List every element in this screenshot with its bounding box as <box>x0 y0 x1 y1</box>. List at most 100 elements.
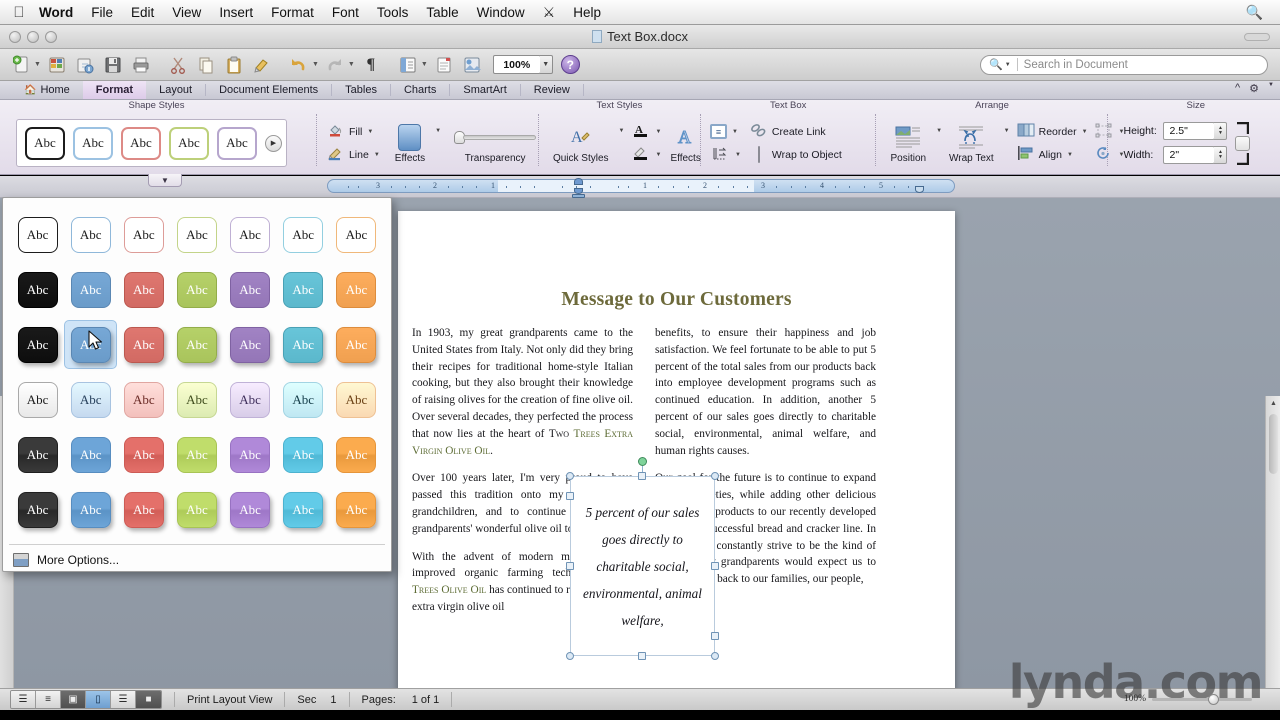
close-button[interactable] <box>9 30 21 43</box>
tab-review[interactable]: Review <box>521 81 583 99</box>
shape-style-cell-r5-c1[interactable]: Abc <box>11 430 64 479</box>
crop-reset-button[interactable] <box>1235 135 1251 151</box>
shape-style-swatch-1[interactable]: Abc <box>25 126 65 160</box>
reorder-button[interactable]: Reorder ▼ <box>1016 120 1088 143</box>
notebook-button[interactable] <box>431 52 457 78</box>
menu-file[interactable]: File <box>82 0 122 25</box>
selection-handle-top-left[interactable] <box>566 472 574 480</box>
shape-effects-caret-icon[interactable]: ▼ <box>435 128 441 134</box>
tab-smartart[interactable]: SmartArt <box>450 81 519 99</box>
shape-style-cell-r4-c4[interactable]: Abc <box>170 375 223 424</box>
shape-style-cell-r2-c2[interactable]: Abc <box>64 265 117 314</box>
focus-view-button[interactable]: ■ <box>136 691 161 708</box>
wrap-text-button[interactable]: Wrap Text <box>944 122 999 164</box>
fill-control[interactable]: Fill ▼ <box>326 120 380 143</box>
tab-document-elements[interactable]: Document Elements <box>206 81 331 99</box>
selection-handle-top-right[interactable] <box>711 472 719 480</box>
search-options-caret-icon[interactable]: ▼ <box>1005 62 1011 68</box>
vertical-scrollbar[interactable]: ▲ ▼ ▼ <box>1265 396 1280 720</box>
menu-edit[interactable]: Edit <box>122 0 163 25</box>
first-line-indent-marker[interactable] <box>574 178 583 185</box>
zoom-slider-control[interactable]: 100% <box>1124 693 1252 705</box>
menu-format[interactable]: Format <box>262 0 323 25</box>
shape-style-cell-r6-c1[interactable]: Abc <box>11 485 64 534</box>
vertical-scroll-thumb[interactable] <box>1269 414 1278 474</box>
shape-style-swatch-4[interactable]: Abc <box>169 126 209 160</box>
shape-style-cell-r1-c5[interactable]: Abc <box>224 210 277 259</box>
shape-style-swatch-5[interactable]: Abc <box>217 126 257 160</box>
transparency-track[interactable] <box>463 134 537 140</box>
shape-style-cell-r2-c7[interactable]: Abc <box>330 265 383 314</box>
selection-handle-bottom-left[interactable] <box>566 652 574 660</box>
undo-button[interactable] <box>286 52 312 78</box>
selection-handle-middle-right[interactable] <box>711 562 719 570</box>
width-input[interactable]: 2" <box>1163 146 1216 164</box>
selection-handle-top-center[interactable] <box>638 472 646 480</box>
shape-style-cell-r5-c2[interactable]: Abc <box>64 430 117 479</box>
shape-style-cell-r2-c4[interactable]: Abc <box>170 265 223 314</box>
ribbon-settings-caret-icon[interactable]: ▼ <box>1268 82 1274 95</box>
tab-home[interactable]: 🏠 Home <box>16 81 83 99</box>
menu-font[interactable]: Font <box>323 0 368 25</box>
position-button[interactable]: Position <box>885 122 931 164</box>
scroll-up-arrow-icon[interactable]: ▲ <box>1266 396 1280 410</box>
shape-style-cell-r6-c2[interactable]: Abc <box>64 485 117 534</box>
print-button[interactable] <box>128 52 154 78</box>
text-flow-control[interactable]: ▼ <box>710 143 741 166</box>
draft-view-button[interactable]: ☰ <box>11 691 36 708</box>
height-input[interactable]: 2.5" <box>1163 122 1216 140</box>
shape-styles-more-arrow-icon[interactable]: ▶ <box>265 134 282 152</box>
sidebar-caret-icon[interactable]: ▼ <box>421 61 428 68</box>
floating-text-box[interactable]: 5 percent of our sales goes directly to … <box>570 476 715 656</box>
menu-help[interactable]: Help <box>564 0 610 25</box>
align-button[interactable]: Align ▼ <box>1016 143 1088 166</box>
line-control[interactable]: Line ▼ <box>326 143 380 166</box>
quick-styles-button[interactable]: A Quick Styles <box>548 122 614 164</box>
shape-styles-gallery-expand-arrow[interactable]: ▼ <box>148 174 182 187</box>
zoom-slider-track[interactable] <box>1152 693 1252 705</box>
shape-style-cell-r1-c1[interactable]: Abc <box>11 210 64 259</box>
text-fill-caret-icon[interactable]: ▼ <box>656 129 662 135</box>
apple-icon[interactable]:  <box>8 5 30 20</box>
selection-handle-middle-left[interactable] <box>566 562 574 570</box>
menu-view[interactable]: View <box>163 0 210 25</box>
shape-style-cell-r3-c4[interactable]: Abc <box>170 320 223 369</box>
menu-insert[interactable]: Insert <box>210 0 262 25</box>
tab-tables[interactable]: Tables <box>332 81 390 99</box>
new-from-template-button[interactable] <box>44 52 70 78</box>
shape-style-cell-r5-c4[interactable]: Abc <box>170 430 223 479</box>
shape-style-cell-r5-c5[interactable]: Abc <box>224 430 277 479</box>
shape-styles-gallery[interactable]: Abc Abc Abc Abc Abc ▶ <box>16 119 287 167</box>
wrap-text-caret-icon[interactable]: ▼ <box>1004 128 1010 134</box>
text-box-anchor-handle-lower[interactable] <box>711 632 719 640</box>
reorder-caret-icon[interactable]: ▼ <box>1082 129 1088 135</box>
new-document-button[interactable] <box>8 52 34 78</box>
tab-charts[interactable]: Charts <box>391 81 449 99</box>
zoom-value[interactable]: 100% <box>492 55 541 74</box>
wrap-to-object-checkbox[interactable] <box>749 146 769 163</box>
shape-style-cell-r1-c3[interactable]: Abc <box>117 210 170 259</box>
shape-style-swatch-2[interactable]: Abc <box>73 126 113 160</box>
menu-window[interactable]: Window <box>468 0 534 25</box>
shape-styles-dropdown-gallery[interactable]: Abc Abc Abc Abc Abc Abc Abc Abc Abc Abc Abc Abc Abc A… <box>2 197 392 572</box>
tab-format[interactable]: Format <box>82 81 147 99</box>
media-browser-button[interactable] <box>459 52 485 78</box>
sidebar-button[interactable] <box>395 52 421 78</box>
shape-style-cell-r2-c5[interactable]: Abc <box>224 265 277 314</box>
width-stepper[interactable]: ▲ ▼ <box>1214 146 1228 164</box>
position-caret-icon[interactable]: ▼ <box>936 128 942 134</box>
redo-caret-icon[interactable]: ▼ <box>348 61 355 68</box>
right-indent-marker[interactable] <box>915 186 924 193</box>
shape-style-cell-r3-c5[interactable]: Abc <box>224 320 277 369</box>
shape-style-cell-r3-c2[interactable]: Abc <box>64 320 118 369</box>
shape-style-cell-r5-c3[interactable]: Abc <box>117 430 170 479</box>
text-direction-caret-icon[interactable]: ▼ <box>735 152 741 158</box>
paste-button[interactable] <box>221 52 247 78</box>
new-document-caret-icon[interactable]: ▼ <box>34 61 41 68</box>
save-button[interactable] <box>100 52 126 78</box>
notebook-view-button[interactable]: ☰ <box>111 691 136 708</box>
shape-style-swatch-3[interactable]: Abc <box>121 126 161 160</box>
text-effects-button[interactable]: A Effects <box>665 122 705 164</box>
spotlight-search-icon[interactable]: 🔍 <box>1237 4 1272 21</box>
more-options-menu-item[interactable]: More Options... <box>3 545 391 575</box>
